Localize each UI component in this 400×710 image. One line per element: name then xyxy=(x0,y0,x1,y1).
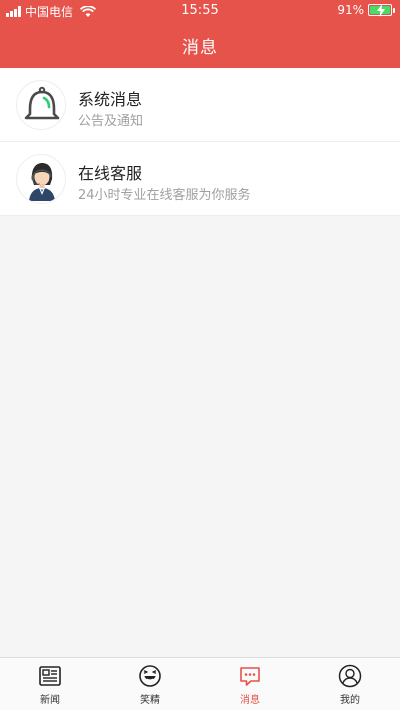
laugh-face-icon xyxy=(139,665,161,687)
message-list: 系统消息 公告及通知 在线客服 24小时专业在线客服为你服务 xyxy=(0,68,400,216)
status-bar: 中国电信 15:55 91% xyxy=(0,0,400,22)
tab-label: 新闻 xyxy=(40,695,60,706)
chat-bubble-icon xyxy=(240,667,260,686)
tab-jokes[interactable]: 笑精 xyxy=(100,658,200,710)
item-title: 系统消息 xyxy=(78,90,143,109)
battery-tip xyxy=(393,8,395,13)
item-title: 在线客服 xyxy=(78,164,143,183)
item-subtitle: 公告及通知 xyxy=(78,114,144,129)
tab-profile[interactable]: 我的 xyxy=(300,658,400,710)
tab-label: 笑精 xyxy=(140,695,160,706)
battery-percent: 91% xyxy=(337,3,364,17)
list-item-system-messages[interactable]: 系统消息 公告及通知 xyxy=(0,68,400,142)
tab-label: 消息 xyxy=(240,695,260,706)
list-item-customer-service[interactable]: 在线客服 24小时专业在线客服为你服务 xyxy=(0,142,400,216)
tab-label: 我的 xyxy=(340,695,360,706)
tab-messages[interactable]: 消息 xyxy=(200,658,300,710)
newspaper-icon xyxy=(39,666,61,686)
status-right: 91% xyxy=(337,3,395,17)
bottom-tab-bar: 新闻 笑精 消息 我的 xyxy=(0,657,400,710)
user-icon xyxy=(338,664,362,688)
bell-icon xyxy=(16,80,66,130)
page-title: 消息 xyxy=(182,38,218,58)
charging-bolt-icon xyxy=(377,4,385,17)
app-header: 中国电信 15:55 91% 消息 xyxy=(0,0,400,68)
item-subtitle: 24小时专业在线客服为你服务 xyxy=(78,188,251,203)
battery-icon xyxy=(368,4,395,17)
tab-news[interactable]: 新闻 xyxy=(0,658,100,710)
customer-service-avatar xyxy=(16,154,66,204)
